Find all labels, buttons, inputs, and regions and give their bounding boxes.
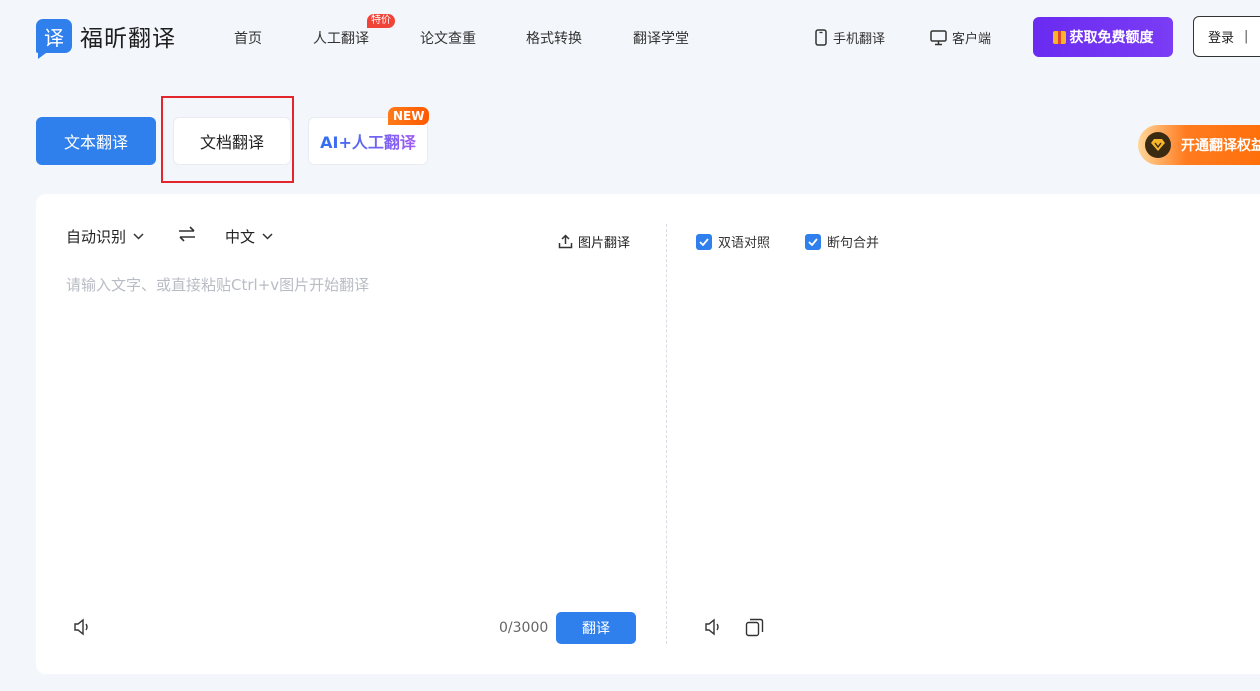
- mobile-translate-link[interactable]: 手机翻译: [814, 28, 885, 47]
- image-translate-button[interactable]: 图片翻译: [558, 232, 630, 251]
- special-price-badge: 特价: [367, 14, 395, 28]
- target-language-label: 中文: [225, 228, 256, 246]
- swap-icon: [179, 226, 195, 242]
- chevron-down-icon: [133, 233, 144, 240]
- translation-panel: 自动识别 中文 图片翻译 0/3000 翻译 双语对照 断句合并: [36, 194, 1260, 674]
- mobile-translate-label: 手机翻译: [833, 32, 886, 47]
- nav-human-translation-label: 人工翻译: [313, 31, 369, 47]
- nav-translation-academy[interactable]: 翻译学堂: [633, 28, 689, 48]
- panel-divider: [666, 224, 667, 644]
- bilingual-checkbox[interactable]: 双语对照: [696, 232, 770, 251]
- source-speak-button[interactable]: [73, 618, 93, 640]
- phone-icon: [815, 29, 827, 46]
- get-free-quota-label: 获取免费额度: [1069, 30, 1154, 46]
- logo-badge-icon: 译: [36, 19, 72, 59]
- monitor-icon: [930, 29, 947, 45]
- vip-diamond-icon: [1145, 132, 1171, 158]
- nav-format-convert[interactable]: 格式转换: [526, 28, 582, 48]
- login-register-box: 登录 |: [1193, 16, 1260, 57]
- target-speak-button[interactable]: [704, 618, 724, 640]
- client-link[interactable]: 客户端: [930, 28, 991, 47]
- nav-human-translation[interactable]: 人工翻译 特价: [313, 14, 395, 48]
- merge-sentences-label: 断句合并: [827, 236, 880, 251]
- target-language-select[interactable]: 中文: [225, 226, 273, 247]
- copy-icon: [745, 618, 764, 637]
- source-language-label: 自动识别: [66, 228, 127, 246]
- swap-languages-button[interactable]: [178, 226, 196, 246]
- login-link[interactable]: 登录: [1208, 27, 1234, 46]
- login-separator: |: [1244, 29, 1249, 44]
- speaker-icon: [74, 618, 88, 636]
- translate-button[interactable]: 翻译: [556, 612, 636, 644]
- char-counter: 0/3000: [499, 620, 549, 636]
- tab-document-translation[interactable]: 文档翻译: [173, 117, 291, 165]
- logo[interactable]: 译 福昕翻译: [36, 18, 176, 59]
- nav-plagiarism-check[interactable]: 论文查重: [420, 28, 476, 48]
- gift-icon: [1052, 30, 1066, 44]
- bilingual-label: 双语对照: [718, 236, 771, 251]
- client-label: 客户端: [952, 32, 992, 47]
- header: 译 福昕翻译 首页 人工翻译 特价 论文查重 格式转换 翻译学堂 手机翻译 客户…: [0, 0, 1260, 76]
- chevron-down-icon: [262, 233, 273, 240]
- source-language-select[interactable]: 自动识别: [66, 226, 144, 247]
- logo-name: 福昕翻译: [80, 26, 176, 52]
- vip-banner-label: 开通翻译权益: [1181, 138, 1260, 154]
- source-text-input[interactable]: [66, 274, 636, 584]
- checkmark-icon: [805, 233, 821, 250]
- image-translate-label: 图片翻译: [578, 236, 631, 251]
- merge-sentences-checkbox[interactable]: 断句合并: [805, 232, 879, 251]
- get-free-quota-button[interactable]: 获取免费额度: [1033, 17, 1173, 57]
- speaker-icon: [705, 618, 719, 636]
- upload-icon: [558, 234, 573, 249]
- vip-banner[interactable]: 开通翻译权益: [1138, 125, 1260, 165]
- new-badge: NEW: [388, 107, 430, 125]
- checkmark-icon: [696, 233, 712, 250]
- nav-home[interactable]: 首页: [234, 28, 262, 48]
- tab-ai-human-translation-label: AI+人工翻译: [320, 129, 416, 153]
- copy-button[interactable]: [745, 618, 764, 641]
- tab-text-translation[interactable]: 文本翻译: [36, 117, 156, 165]
